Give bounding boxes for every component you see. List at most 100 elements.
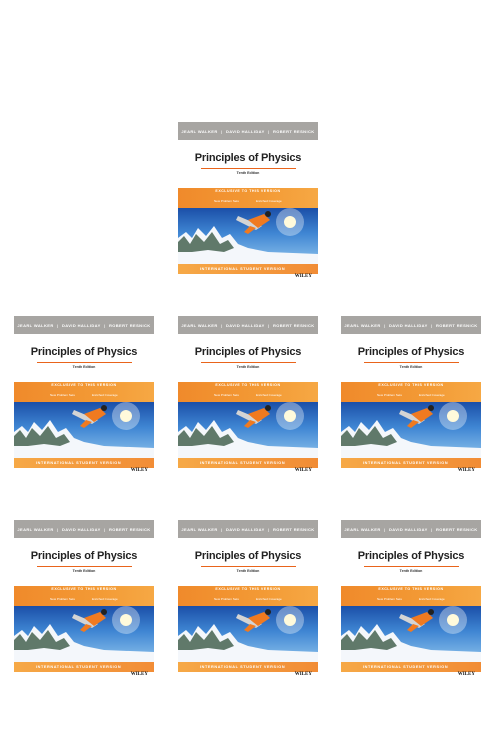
edition-label: Tenth Edition <box>236 365 260 369</box>
exclusive-label: EXCLUSIVE TO THIS VERSION <box>51 383 117 387</box>
exclusive-band: EXCLUSIVE TO THIS VERSION New Problem Se… <box>341 382 481 402</box>
title-underline <box>201 362 296 363</box>
author-2: DAVID HALLIDAY <box>388 322 428 328</box>
cover-photo-snowboarder <box>341 606 481 662</box>
title-underline <box>364 566 459 567</box>
cover-photo-snowboarder <box>178 606 318 662</box>
author-bar: JEARL WALKER | DAVID HALLIDAY | ROBERT R… <box>178 316 318 334</box>
feature-1: New Problem Sets <box>377 597 402 601</box>
exclusive-label: EXCLUSIVE TO THIS VERSION <box>378 383 444 387</box>
author-2: DAVID HALLIDAY <box>61 322 101 328</box>
title-underline <box>364 362 459 363</box>
exclusive-band: EXCLUSIVE TO THIS VERSION New Problem Se… <box>14 382 154 402</box>
publisher-logo: WILEY <box>294 468 312 473</box>
book-cover-thumbnail-5[interactable]: JEARL WALKER | DAVID HALLIDAY | ROBERT R… <box>14 520 154 678</box>
title-underline <box>201 566 296 567</box>
version-strip: INTERNATIONAL STUDENT VERSION <box>14 662 154 672</box>
book-cover-thumbnail-1[interactable]: JEARL WALKER | DAVID HALLIDAY | ROBERT R… <box>178 122 318 280</box>
version-strip: INTERNATIONAL STUDENT VERSION <box>341 662 481 672</box>
book-cover-thumbnail-3[interactable]: JEARL WALKER | DAVID HALLIDAY | ROBERT R… <box>178 316 318 474</box>
feature-2: Enriched Coverage <box>256 393 282 397</box>
author-1: JEARL WALKER <box>17 526 54 532</box>
author-bar: JEARL WALKER | DAVID HALLIDAY | ROBERT R… <box>14 316 154 334</box>
exclusive-band: EXCLUSIVE TO THIS VERSION New Problem Se… <box>178 188 318 208</box>
book-cover-thumbnail-4[interactable]: JEARL WALKER | DAVID HALLIDAY | ROBERT R… <box>341 316 481 474</box>
version-strip: INTERNATIONAL STUDENT VERSION <box>178 264 318 274</box>
publisher-logo: WILEY <box>457 672 475 677</box>
publisher-logo: WILEY <box>457 468 475 473</box>
feature-2: Enriched Coverage <box>256 597 282 601</box>
author-bar: JEARL WALKER | DAVID HALLIDAY | ROBERT R… <box>341 316 481 334</box>
edition-label: Tenth Edition <box>399 569 423 573</box>
book-title: Principles of Physics <box>357 550 465 562</box>
book-title: Principles of Physics <box>30 346 138 358</box>
cover-photo-snowboarder <box>178 402 318 458</box>
exclusive-label: EXCLUSIVE TO THIS VERSION <box>215 189 281 193</box>
version-strip: INTERNATIONAL STUDENT VERSION <box>14 458 154 468</box>
author-2: DAVID HALLIDAY <box>61 526 101 532</box>
edition-label: Tenth Edition <box>236 569 260 573</box>
exclusive-label: EXCLUSIVE TO THIS VERSION <box>215 587 281 591</box>
book-cover-thumbnail-7[interactable]: JEARL WALKER | DAVID HALLIDAY | ROBERT R… <box>341 520 481 678</box>
author-2: DAVID HALLIDAY <box>225 128 265 134</box>
author-bar: JEARL WALKER | DAVID HALLIDAY | ROBERT R… <box>178 122 318 140</box>
author-2: DAVID HALLIDAY <box>225 526 265 532</box>
title-underline <box>37 362 132 363</box>
cover-photo-snowboarder <box>14 402 154 458</box>
author-bar: JEARL WALKER | DAVID HALLIDAY | ROBERT R… <box>341 520 481 538</box>
feature-2: Enriched Coverage <box>256 199 282 203</box>
feature-1: New Problem Sets <box>214 199 239 203</box>
title-underline <box>37 566 132 567</box>
exclusive-label: EXCLUSIVE TO THIS VERSION <box>378 587 444 591</box>
cover-photo-snowboarder <box>341 402 481 458</box>
version-strip: INTERNATIONAL STUDENT VERSION <box>178 662 318 672</box>
author-1: JEARL WALKER <box>181 322 218 328</box>
feature-1: New Problem Sets <box>214 597 239 601</box>
author-3: ROBERT RESNICK <box>108 526 151 532</box>
publisher-logo: WILEY <box>294 672 312 677</box>
edition-label: Tenth Edition <box>399 365 423 369</box>
author-3: ROBERT RESNICK <box>272 526 315 532</box>
author-1: JEARL WALKER <box>344 322 381 328</box>
author-2: DAVID HALLIDAY <box>388 526 428 532</box>
version-strip: INTERNATIONAL STUDENT VERSION <box>178 458 318 468</box>
author-3: ROBERT RESNICK <box>435 526 478 532</box>
cover-photo-snowboarder <box>178 208 318 264</box>
version-strip: INTERNATIONAL STUDENT VERSION <box>341 458 481 468</box>
feature-1: New Problem Sets <box>377 393 402 397</box>
author-bar: JEARL WALKER | DAVID HALLIDAY | ROBERT R… <box>178 520 318 538</box>
exclusive-label: EXCLUSIVE TO THIS VERSION <box>215 383 281 387</box>
publisher-logo: WILEY <box>294 274 312 279</box>
feature-2: Enriched Coverage <box>92 597 118 601</box>
book-title: Principles of Physics <box>194 550 302 562</box>
book-title: Principles of Physics <box>194 346 302 358</box>
edition-label: Tenth Edition <box>236 171 260 175</box>
author-2: DAVID HALLIDAY <box>225 322 265 328</box>
book-title: Principles of Physics <box>357 346 465 358</box>
title-underline <box>201 168 296 169</box>
author-3: ROBERT RESNICK <box>108 322 151 328</box>
exclusive-band: EXCLUSIVE TO THIS VERSION New Problem Se… <box>14 586 154 606</box>
edition-label: Tenth Edition <box>72 569 96 573</box>
author-bar: JEARL WALKER | DAVID HALLIDAY | ROBERT R… <box>14 520 154 538</box>
publisher-logo: WILEY <box>130 468 148 473</box>
feature-1: New Problem Sets <box>50 393 75 397</box>
publisher-logo: WILEY <box>130 672 148 677</box>
exclusive-band: EXCLUSIVE TO THIS VERSION New Problem Se… <box>178 382 318 402</box>
cover-photo-snowboarder <box>14 606 154 662</box>
author-3: ROBERT RESNICK <box>272 128 315 134</box>
author-1: JEARL WALKER <box>344 526 381 532</box>
edition-label: Tenth Edition <box>72 365 96 369</box>
feature-2: Enriched Coverage <box>92 393 118 397</box>
book-title: Principles of Physics <box>194 152 302 164</box>
book-cover-thumbnail-6[interactable]: JEARL WALKER | DAVID HALLIDAY | ROBERT R… <box>178 520 318 678</box>
feature-2: Enriched Coverage <box>419 597 445 601</box>
author-1: JEARL WALKER <box>181 128 218 134</box>
exclusive-band: EXCLUSIVE TO THIS VERSION New Problem Se… <box>341 586 481 606</box>
author-1: JEARL WALKER <box>181 526 218 532</box>
author-3: ROBERT RESNICK <box>272 322 315 328</box>
feature-1: New Problem Sets <box>50 597 75 601</box>
book-cover-thumbnail-2[interactable]: JEARL WALKER | DAVID HALLIDAY | ROBERT R… <box>14 316 154 474</box>
exclusive-band: EXCLUSIVE TO THIS VERSION New Problem Se… <box>178 586 318 606</box>
exclusive-label: EXCLUSIVE TO THIS VERSION <box>51 587 117 591</box>
